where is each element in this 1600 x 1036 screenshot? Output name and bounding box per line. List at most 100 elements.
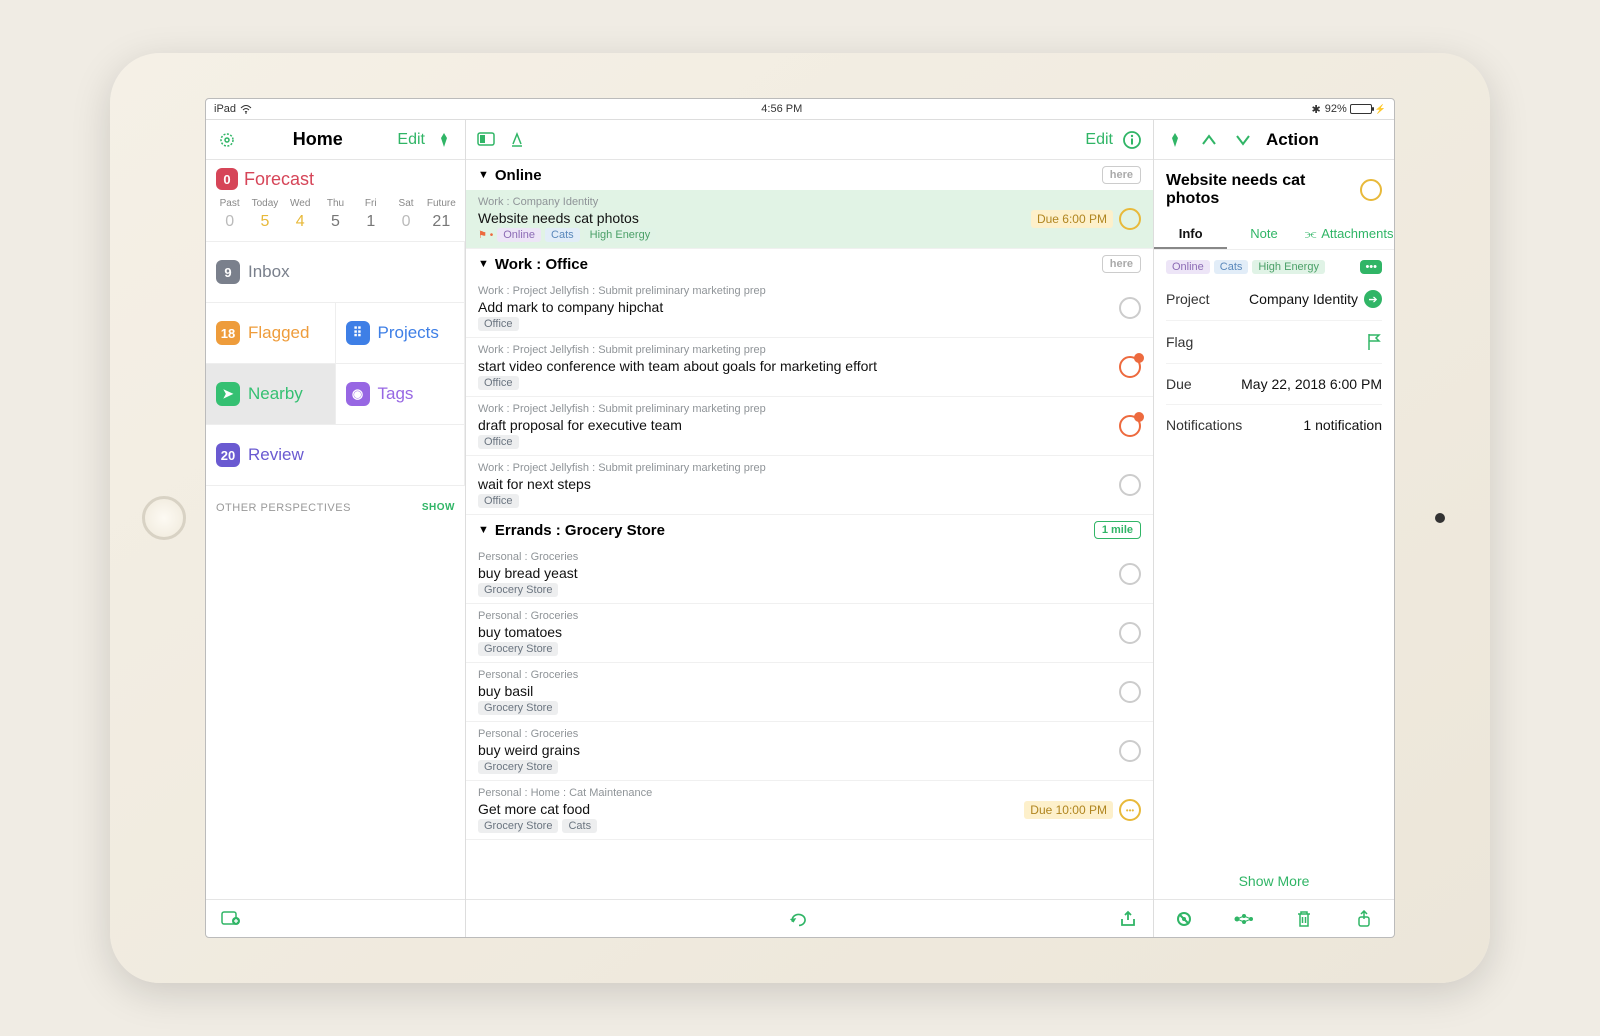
projects-label: Projects (378, 323, 439, 343)
sidebar-item-review[interactable]: 20 Review (206, 425, 465, 486)
inspector-notifications-row[interactable]: Notifications 1 notification (1166, 405, 1382, 445)
due-value: May 22, 2018 6:00 PM (1241, 376, 1382, 392)
info-icon[interactable] (1121, 129, 1143, 151)
sidebar-edit-button[interactable]: Edit (397, 131, 425, 149)
inbox-badge: 9 (216, 260, 240, 284)
nearby-label: Nearby (248, 384, 303, 404)
tag[interactable]: Online (1166, 260, 1210, 274)
pin-inspector-icon[interactable] (1164, 129, 1186, 151)
task-row[interactable]: Personal : Home : Cat MaintenanceGet mor… (466, 781, 1153, 840)
sidebar-title: Home (246, 129, 389, 150)
show-more-button[interactable]: Show More (1154, 863, 1394, 899)
status-bar: iPad 4:56 PM ✱ 92% ⚡ (206, 99, 1394, 119)
task-status-circle[interactable] (1119, 563, 1141, 585)
share-icon[interactable] (1117, 908, 1139, 930)
sidebar-item-flagged[interactable]: 18 Flagged (206, 303, 336, 364)
section-header[interactable]: ▼Work : Officehere (466, 249, 1153, 279)
review-label: Review (248, 445, 304, 465)
sidebar-item-inbox[interactable]: 9 Inbox (206, 242, 465, 303)
trash-icon[interactable] (1293, 908, 1315, 930)
location-badge: here (1102, 255, 1141, 273)
task-row[interactable]: Personal : Groceriesbuy basilGrocery Sto… (466, 663, 1153, 722)
sidebar-item-forecast[interactable]: 0 Forecast (206, 160, 465, 194)
task-status-circle[interactable] (1119, 799, 1141, 821)
add-inbox-icon[interactable] (220, 908, 242, 930)
settings-icon[interactable] (216, 129, 238, 151)
clock: 4:56 PM (761, 103, 802, 115)
show-perspectives-button[interactable]: SHOW (422, 502, 455, 514)
inspector-project-row[interactable]: Project Company Identity➔ (1166, 278, 1382, 321)
forecast-label: Forecast (244, 169, 314, 190)
next-icon[interactable] (1232, 129, 1254, 151)
tab-attachments[interactable]: Attachments (1321, 220, 1394, 249)
other-perspectives-label: OTHER PERSPECTIVES (216, 502, 351, 514)
inspector-share-icon[interactable] (1353, 908, 1375, 930)
location-badge: here (1102, 166, 1141, 184)
task-status-circle[interactable] (1119, 208, 1141, 230)
due-key: Due (1166, 376, 1192, 392)
bluetooth-icon: ✱ (1312, 103, 1321, 116)
flag-key: Flag (1166, 334, 1193, 350)
sidebar-item-projects[interactable]: ⠿ Projects (336, 303, 466, 364)
notif-key: Notifications (1166, 417, 1242, 433)
wifi-icon (240, 104, 252, 114)
view-options-icon[interactable] (476, 129, 498, 151)
task-row[interactable]: Work : Project Jellyfish : Submit prelim… (466, 456, 1153, 515)
task-status-circle[interactable] (1119, 740, 1141, 762)
device-label: iPad (214, 103, 236, 115)
more-tags-icon[interactable]: ••• (1360, 260, 1382, 274)
flagged-label: Flagged (248, 323, 309, 343)
tab-attachments-icon[interactable]: ⫘ (1301, 220, 1321, 249)
focus-icon[interactable] (1173, 908, 1195, 930)
review-badge: 20 (216, 443, 240, 467)
battery-percent: 92% (1325, 103, 1347, 115)
ipad-camera (1435, 513, 1445, 523)
forecast-days[interactable]: Past0Today5Wed4Thu5Fri1Sat0Future21 (206, 194, 465, 242)
task-status-circle[interactable] (1119, 474, 1141, 496)
task-row[interactable]: Personal : Groceriesbuy tomatoesGrocery … (466, 604, 1153, 663)
sidebar-item-tags[interactable]: ◉ Tags (336, 364, 466, 425)
goto-project-icon[interactable]: ➔ (1364, 290, 1382, 308)
nearby-icon: ➤ (216, 382, 240, 406)
section-header[interactable]: ▼Onlinehere (466, 160, 1153, 190)
action-title: Website needs cat photos (1166, 172, 1352, 208)
tag[interactable]: Cats (1214, 260, 1249, 274)
inspector-due-row[interactable]: Due May 22, 2018 6:00 PM (1166, 364, 1382, 405)
charging-icon: ⚡ (1375, 104, 1386, 115)
inspector-header: Action (1266, 130, 1319, 150)
task-status-circle[interactable] (1119, 356, 1141, 378)
tag[interactable]: High Energy (1252, 260, 1325, 274)
flag-outline-icon (1366, 333, 1382, 351)
location-badge: 1 mile (1094, 521, 1141, 539)
cleanup-icon[interactable] (506, 129, 528, 151)
flagged-badge: 18 (216, 321, 240, 345)
task-row[interactable]: Personal : Groceriesbuy bread yeastGroce… (466, 545, 1153, 604)
prev-icon[interactable] (1198, 129, 1220, 151)
tags-icon: ◉ (346, 382, 370, 406)
tab-note[interactable]: Note (1227, 220, 1300, 249)
ipad-home-button[interactable] (142, 496, 186, 540)
section-header[interactable]: ▼Errands : Grocery Store1 mile (466, 515, 1153, 545)
projects-icon: ⠿ (346, 321, 370, 345)
undo-icon[interactable] (788, 908, 810, 930)
main-edit-button[interactable]: Edit (1085, 131, 1113, 149)
action-status-circle[interactable] (1360, 179, 1382, 201)
convert-icon[interactable] (1233, 908, 1255, 930)
task-status-circle[interactable] (1119, 297, 1141, 319)
project-value: Company Identity (1249, 291, 1358, 307)
task-status-circle[interactable] (1119, 681, 1141, 703)
task-status-circle[interactable] (1119, 415, 1141, 437)
tab-info[interactable]: Info (1154, 220, 1227, 249)
tags-label: Tags (378, 384, 414, 404)
task-row[interactable]: Work : Company IdentityWebsite needs cat… (466, 190, 1153, 249)
pin-icon[interactable] (433, 129, 455, 151)
forecast-badge: 0 (216, 168, 238, 190)
inspector-flag-row[interactable]: Flag (1166, 321, 1382, 364)
task-status-circle[interactable] (1119, 622, 1141, 644)
task-row[interactable]: Work : Project Jellyfish : Submit prelim… (466, 338, 1153, 397)
inbox-label: Inbox (248, 262, 290, 282)
sidebar-item-nearby[interactable]: ➤ Nearby (206, 364, 336, 425)
task-row[interactable]: Work : Project Jellyfish : Submit prelim… (466, 279, 1153, 338)
task-row[interactable]: Personal : Groceriesbuy weird grainsGroc… (466, 722, 1153, 781)
task-row[interactable]: Work : Project Jellyfish : Submit prelim… (466, 397, 1153, 456)
